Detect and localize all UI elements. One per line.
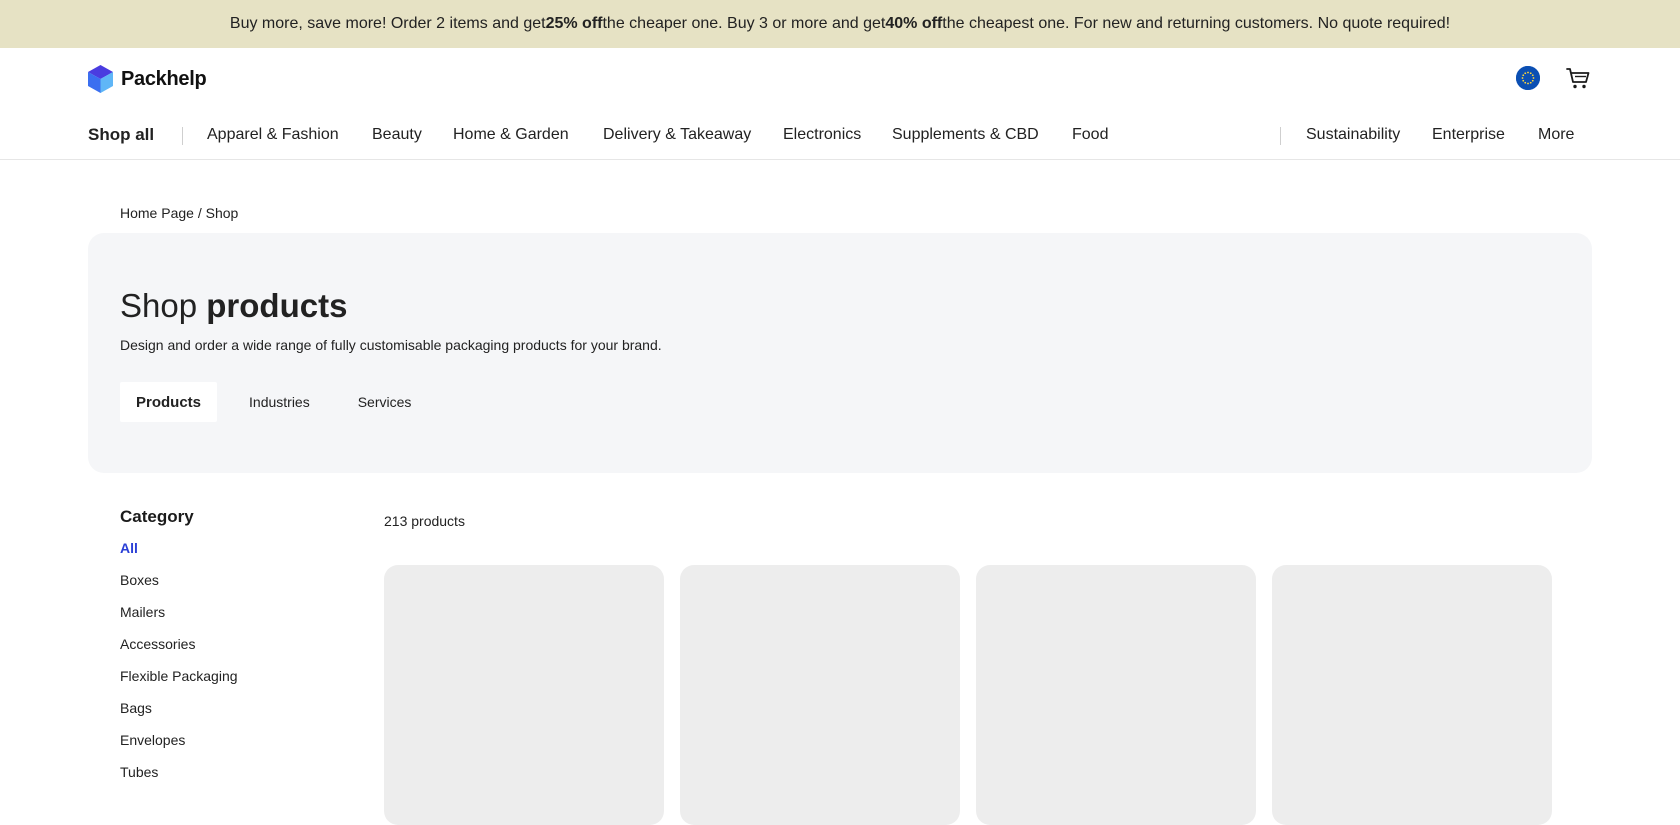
product-card-placeholder[interactable] bbox=[976, 565, 1256, 825]
promo-banner: Buy more, save more! Order 2 items and g… bbox=[0, 0, 1680, 48]
nav-apparel-fashion[interactable]: Apparel & Fashion bbox=[207, 126, 339, 144]
nav-divider bbox=[182, 127, 183, 145]
promo-text-1: Buy more, save more! Order 2 items and g… bbox=[229, 15, 546, 32]
nav-electronics[interactable]: Electronics bbox=[783, 126, 861, 144]
shop-hero-panel: Shop products Design and order a wide ra… bbox=[88, 233, 1592, 473]
category-item-all[interactable]: All bbox=[120, 539, 350, 571]
site-header: Packhelp bbox=[0, 48, 1680, 110]
promo-text-2: the cheaper one. Buy 3 or more and get bbox=[602, 15, 886, 32]
product-card-placeholder[interactable] bbox=[680, 565, 960, 825]
category-item-tubes[interactable]: Tubes bbox=[120, 763, 350, 795]
breadcrumb-home-link[interactable]: Home Page bbox=[120, 205, 194, 221]
cart-icon bbox=[1566, 68, 1590, 89]
nav-divider bbox=[1280, 127, 1281, 145]
promo-text-3: the cheapest one. For new and returning … bbox=[942, 15, 1451, 32]
logo-link[interactable]: Packhelp bbox=[88, 65, 207, 93]
promo-discount-2: 40% off bbox=[885, 15, 943, 32]
nav-enterprise[interactable]: Enterprise bbox=[1432, 126, 1505, 144]
category-item-mailers[interactable]: Mailers bbox=[120, 603, 350, 635]
nav-food[interactable]: Food bbox=[1072, 126, 1108, 144]
page-title-bold: products bbox=[206, 287, 348, 324]
nav-delivery-takeaway[interactable]: Delivery & Takeaway bbox=[603, 126, 751, 144]
tab-products[interactable]: Products bbox=[120, 382, 218, 422]
page-description: Design and order a wide range of fully c… bbox=[120, 337, 662, 353]
promo-discount-1: 25% off bbox=[545, 15, 603, 32]
product-card-placeholder[interactable] bbox=[384, 565, 664, 825]
shop-tabs: Products Industries Services bbox=[120, 382, 427, 422]
cart-button[interactable] bbox=[1565, 65, 1591, 91]
breadcrumb-separator: / bbox=[193, 205, 206, 221]
category-heading: Category bbox=[120, 507, 194, 526]
category-item-boxes[interactable]: Boxes bbox=[120, 571, 350, 603]
category-item-envelopes[interactable]: Envelopes bbox=[120, 731, 350, 763]
product-card-placeholder[interactable] bbox=[1272, 565, 1552, 825]
nav-supplements-cbd[interactable]: Supplements & CBD bbox=[892, 126, 1039, 144]
tab-services[interactable]: Services bbox=[334, 382, 428, 422]
breadcrumb-current[interactable]: Shop bbox=[206, 205, 239, 221]
category-item-bags[interactable]: Bags bbox=[120, 699, 350, 731]
nav-shop-all[interactable]: Shop all bbox=[88, 125, 154, 145]
tab-industries[interactable]: Industries bbox=[217, 382, 334, 422]
category-item-accessories[interactable]: Accessories bbox=[120, 635, 350, 667]
category-item-flexible-packaging[interactable]: Flexible Packaging bbox=[120, 667, 350, 699]
eu-flag-icon bbox=[1516, 66, 1540, 90]
category-sidebar: Category All Boxes Mailers Accessories F… bbox=[120, 507, 350, 795]
main-navigation: Shop all Apparel & Fashion Beauty Home &… bbox=[0, 110, 1680, 160]
packhelp-cube-logo-icon bbox=[88, 65, 113, 93]
breadcrumb: Home Page / Shop bbox=[120, 205, 238, 221]
nav-more[interactable]: More bbox=[1538, 126, 1574, 144]
product-grid bbox=[384, 565, 1552, 825]
logo-text: Packhelp bbox=[121, 67, 207, 90]
nav-beauty[interactable]: Beauty bbox=[372, 126, 422, 144]
nav-sustainability[interactable]: Sustainability bbox=[1306, 126, 1400, 144]
page-title-light: Shop bbox=[120, 287, 207, 324]
region-selector-button[interactable] bbox=[1516, 66, 1540, 90]
product-count: 213 products bbox=[384, 513, 465, 529]
nav-home-garden[interactable]: Home & Garden bbox=[453, 126, 569, 144]
page-title: Shop products bbox=[120, 287, 347, 325]
